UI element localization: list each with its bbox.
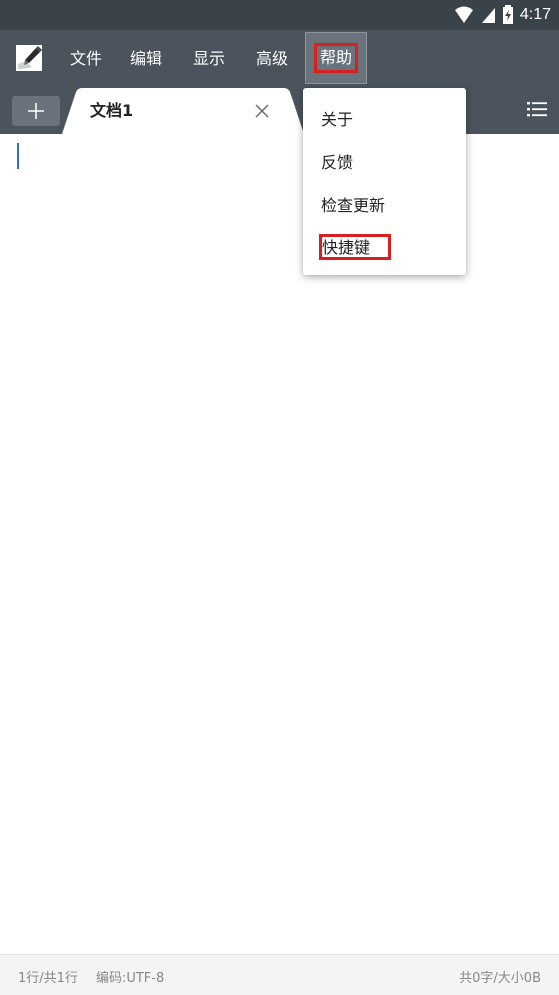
editor-area[interactable]: [0, 134, 559, 954]
menu-item-check-update[interactable]: 检查更新: [321, 194, 385, 218]
menu-item-shortcuts[interactable]: 快捷键: [319, 234, 392, 260]
tab-title[interactable]: 文档1: [90, 100, 133, 122]
size-info: 共0字/大小0B: [459, 971, 541, 986]
signal-icon: [481, 8, 495, 23]
encoding-info: 编码:UTF-8: [95, 971, 165, 986]
status-footer: 1行/共1行 编码:UTF-8 共0字/大小0B: [0, 954, 559, 995]
status-icons: 4:17: [454, 4, 551, 26]
menu-edit[interactable]: 编辑: [130, 46, 162, 72]
text-caret: [17, 143, 19, 169]
wifi-icon: [454, 6, 473, 23]
status-bar: 4:17: [0, 0, 559, 30]
help-dropdown-menu: 关于 反馈 检查更新 快捷键: [303, 88, 466, 275]
menu-item-feedback[interactable]: 反馈: [321, 151, 353, 175]
battery-charging-icon: [502, 5, 513, 24]
app-logo-icon[interactable]: [16, 45, 42, 71]
line-info: 1行/共1行: [18, 971, 78, 986]
menu-item-about[interactable]: 关于: [321, 108, 353, 132]
menu-help[interactable]: 帮助: [305, 32, 367, 84]
app-bar: 文件 编辑 显示 高级 帮助 文档1: [0, 30, 559, 134]
menu-view[interactable]: 显示: [193, 46, 225, 72]
status-time: 4:17: [519, 6, 551, 23]
footer-left: 1行/共1行 编码:UTF-8: [18, 967, 164, 986]
list-icon[interactable]: [526, 100, 548, 122]
plus-icon: [28, 103, 44, 119]
close-icon[interactable]: [253, 102, 271, 120]
menu-file[interactable]: 文件: [70, 46, 102, 72]
menu-help-label: 帮助: [313, 43, 358, 73]
add-tab-button[interactable]: [12, 96, 60, 126]
menu-advanced[interactable]: 高级: [256, 46, 288, 72]
